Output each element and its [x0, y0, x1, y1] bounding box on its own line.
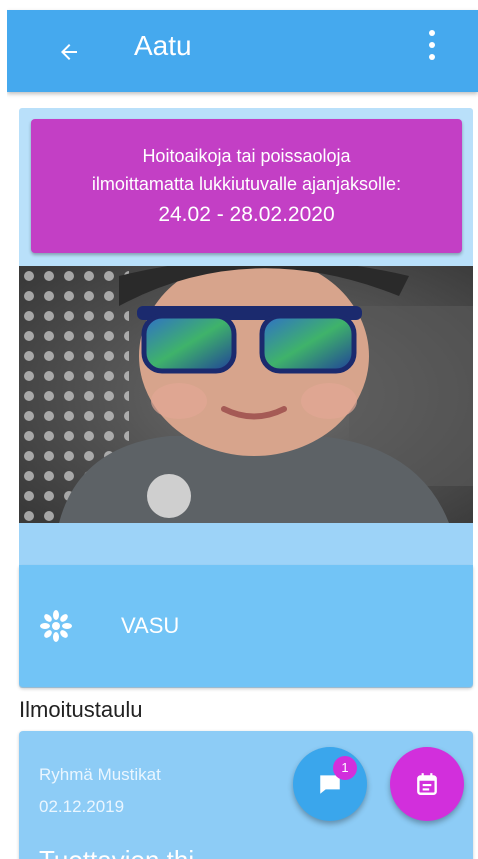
calendar-fab[interactable]	[390, 747, 464, 821]
child-profile-screen: Aatu Hoitoaikoja tai poissaoloja ilmoitt…	[7, 0, 478, 859]
lock-period-notice: Hoitoaikoja tai poissaoloja ilmoittamatt…	[31, 119, 462, 253]
child-photo	[19, 266, 473, 523]
post-group: Ryhmä Mustikat	[39, 765, 161, 784]
flower-icon	[40, 610, 72, 642]
notice-line-1: Hoitoaikoja tai poissaoloja	[142, 146, 351, 166]
post-date: 02.12.2019	[39, 797, 125, 816]
notice-line-2: ilmoittamatta lukkiutuvalle ajanjaksolle…	[91, 173, 402, 194]
vasu-label: VASU	[121, 613, 180, 638]
photo-caption-strip	[19, 523, 473, 565]
calendar-icon	[417, 773, 437, 795]
arrow-left-icon[interactable]	[57, 40, 81, 64]
post-title: Tuottavien thi	[39, 845, 194, 859]
page-title: Aatu	[134, 30, 192, 61]
more-vertical-icon[interactable]	[417, 26, 447, 66]
notice-board-title: Ilmoitustaulu	[19, 697, 143, 722]
vasu-button[interactable]: VASU	[19, 565, 473, 687]
notice-date-range: 24.02 - 28.02.2020	[158, 202, 335, 226]
app-bar: Aatu	[7, 10, 478, 92]
messages-fab[interactable]: 1	[293, 747, 367, 821]
unread-badge: 1	[333, 756, 357, 780]
